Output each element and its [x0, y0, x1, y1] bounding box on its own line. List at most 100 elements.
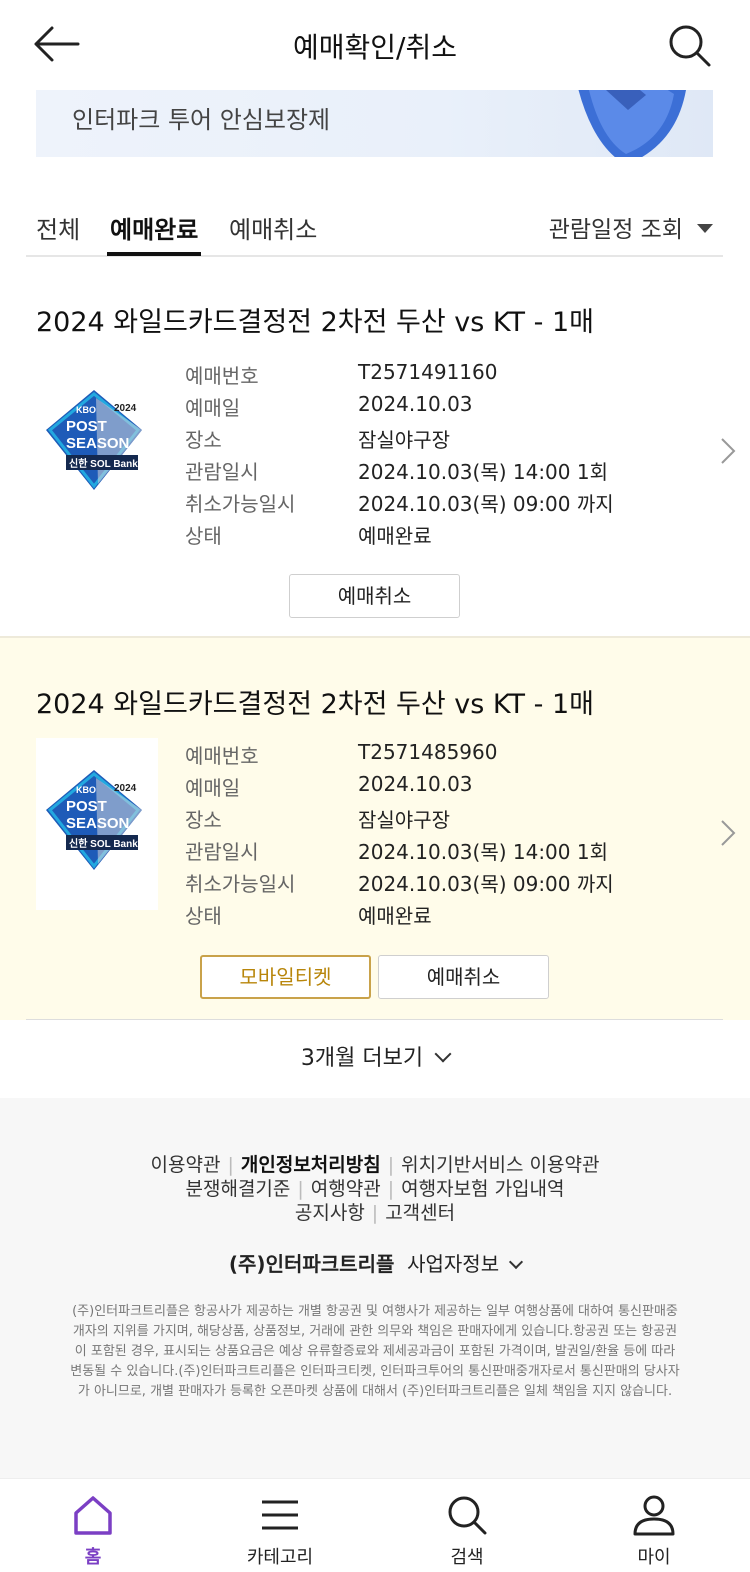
info-label: 상태	[185, 904, 222, 928]
info-row: 상태 예매완료	[185, 520, 685, 552]
chevron-down-icon	[509, 1254, 524, 1270]
shield-icon	[578, 90, 686, 157]
info-label: 관람일시	[185, 840, 259, 864]
search-icon[interactable]	[666, 22, 712, 68]
info-row: 관람일시 2024.10.03(목) 14:00 1회	[185, 836, 685, 868]
company-name: (주)인터파크트리플	[228, 1252, 395, 1276]
tabbar-home[interactable]: 홈	[33, 1479, 153, 1572]
info-row: 예매번호 T2571485960	[185, 740, 685, 772]
schedule-filter-label: 관람일정 조회	[548, 217, 683, 243]
tab-all[interactable]: 전체	[36, 210, 80, 245]
info-row: 예매일 2024.10.03	[185, 772, 685, 804]
booking-title: 2024 와일드카드결정전 2차전 두산 vs KT - 1매	[36, 307, 594, 338]
footer-links-row: 이용약관 | 개인정보처리방침 | 위치기반서비스 이용약관	[150, 1154, 600, 1176]
footer-link-support[interactable]: 고객센터	[385, 1202, 455, 1224]
page-footer: 이용약관 | 개인정보처리방침 | 위치기반서비스 이용약관 분쟁해결기준 | 여행약관 | 여…	[0, 1098, 750, 1478]
info-label: 예매일	[185, 396, 241, 420]
info-label: 예매번호	[185, 364, 259, 388]
company-info-toggle[interactable]: (주)인터파크트리플 사업자정보	[0, 1248, 750, 1277]
mobile-ticket-button[interactable]: 모바일티켓	[200, 955, 371, 999]
legal-disclaimer: (주)인터파크트리플은 항공사가 제공하는 개별 항공권 및 여행사가 제공하는…	[70, 1304, 680, 1399]
search-icon	[448, 1496, 487, 1535]
info-row: 장소 잠실야구장	[185, 804, 685, 836]
footer-link-privacy[interactable]: 개인정보처리방침	[241, 1154, 381, 1176]
company-info-label: 사업자정보	[407, 1252, 500, 1276]
footer-link-terms[interactable]: 이용약관	[151, 1154, 221, 1176]
page-title: 예매확인/취소	[293, 31, 457, 64]
svg-text:신한 SOL Bank: 신한 SOL Bank	[69, 837, 138, 850]
caret-down-icon	[697, 224, 713, 233]
event-datetime: 2024.10.03(목) 14:00 1회	[358, 460, 608, 484]
svg-text:POST: POST	[66, 418, 107, 435]
svg-text:SEASON: SEASON	[66, 815, 129, 832]
booking-info: 예매번호 T2571485960 예매일 2024.10.03 장소 잠실야구장 관람…	[185, 740, 685, 932]
svg-text:2024: 2024	[114, 783, 137, 794]
info-row: 예매일 2024.10.03	[185, 392, 685, 424]
info-row: 취소가능일시 2024.10.03(목) 09:00 까지	[185, 488, 685, 520]
info-label: 상태	[185, 524, 222, 548]
tab-booked[interactable]: 예매완료	[110, 210, 198, 245]
cancel-deadline: 2024.10.03(목) 09:00 까지	[358, 492, 614, 516]
venue: 잠실야구장	[358, 428, 450, 452]
info-row: 장소 잠실야구장	[185, 424, 685, 456]
info-label: 장소	[185, 428, 222, 452]
event-datetime: 2024.10.03(목) 14:00 1회	[358, 840, 608, 864]
chevron-right-icon[interactable]	[718, 818, 738, 848]
booking-card[interactable]: 2024 와일드카드결정전 2차전 두산 vs KT - 1매 KBO 2024…	[0, 258, 750, 636]
kbo-postseason-logo-icon: KBO 2024 POST SEASON 신한 SOL Bank	[46, 390, 142, 490]
footer-links-row: 공지사항 | 고객센터	[294, 1202, 456, 1224]
chevron-down-icon	[434, 1045, 452, 1063]
event-thumbnail: KBO 2024 POST SEASON 신한 SOL Bank	[36, 358, 158, 530]
cancel-booking-button[interactable]: 예매취소	[289, 574, 460, 618]
booking-date: 2024.10.03	[358, 772, 473, 796]
venue: 잠실야구장	[358, 808, 450, 832]
info-row: 예매번호 T2571491160	[185, 360, 685, 392]
schedule-filter-dropdown[interactable]: 관람일정 조회	[549, 210, 713, 244]
tabbar-search[interactable]: 검색	[407, 1479, 527, 1572]
svg-text:POST: POST	[66, 798, 107, 815]
footer-link-notice[interactable]: 공지사항	[295, 1202, 365, 1224]
booking-number: T2571491160	[358, 360, 498, 384]
cancel-booking-button[interactable]: 예매취소	[378, 955, 549, 999]
banner-text: 인터파크 투어 안심보장제	[72, 106, 331, 134]
home-icon	[74, 1496, 112, 1535]
tabbar-label: 홈	[84, 1547, 102, 1568]
tabbar-category[interactable]: 카테고리	[220, 1479, 340, 1572]
bottom-tab-bar: 홈 카테고리 검색 마이	[0, 1478, 750, 1572]
booking-date: 2024.10.03	[358, 392, 473, 416]
tabbar-label: 카테고리	[246, 1547, 314, 1568]
footer-link-location-terms[interactable]: 위치기반서비스 이용약관	[401, 1154, 599, 1176]
info-row: 취소가능일시 2024.10.03(목) 09:00 까지	[185, 868, 685, 900]
footer-link-dispute[interactable]: 분쟁해결기준	[186, 1178, 291, 1200]
active-tab-indicator	[107, 252, 201, 256]
event-thumbnail: KBO 2024 POST SEASON 신한 SOL Bank	[36, 738, 158, 910]
booking-title: 2024 와일드카드결정전 2차전 두산 vs KT - 1매	[36, 689, 594, 720]
booking-card[interactable]: 2024 와일드카드결정전 2차전 두산 vs KT - 1매 KBO 2024…	[0, 638, 750, 1020]
load-more-label: 3개월 더보기	[300, 1046, 424, 1071]
cancel-deadline: 2024.10.03(목) 09:00 까지	[358, 872, 614, 896]
tab-cancelled[interactable]: 예매취소	[229, 210, 317, 245]
load-more-button[interactable]: 3개월 더보기	[0, 1040, 750, 1072]
info-label: 취소가능일시	[185, 872, 296, 896]
tabbar-label: 검색	[450, 1547, 484, 1568]
booking-info: 예매번호 T2571491160 예매일 2024.10.03 장소 잠실야구장 관람…	[185, 360, 685, 552]
tabbar-my[interactable]: 마이	[594, 1479, 714, 1572]
info-row: 관람일시 2024.10.03(목) 14:00 1회	[185, 456, 685, 488]
booking-status: 예매완료	[358, 524, 432, 548]
footer-link-travel-terms[interactable]: 여행약관	[311, 1178, 381, 1200]
promo-banner[interactable]: 인터파크 투어 안심보장제	[36, 90, 713, 157]
info-row: 상태 예매완료	[185, 900, 685, 932]
footer-link-insurance[interactable]: 여행자보험 가입내역	[401, 1178, 564, 1200]
menu-icon	[262, 1500, 298, 1530]
chevron-right-icon[interactable]	[718, 436, 738, 466]
info-label: 취소가능일시	[185, 492, 296, 516]
svg-text:KBO: KBO	[76, 405, 96, 415]
more-divider	[26, 1019, 723, 1020]
booking-status: 예매완료	[358, 904, 432, 928]
svg-text:SEASON: SEASON	[66, 435, 129, 452]
tabbar-label: 마이	[637, 1547, 671, 1568]
info-label: 예매일	[185, 776, 241, 800]
user-icon	[633, 1495, 675, 1536]
info-label: 장소	[185, 808, 222, 832]
app-header: 예매확인/취소	[0, 0, 750, 90]
